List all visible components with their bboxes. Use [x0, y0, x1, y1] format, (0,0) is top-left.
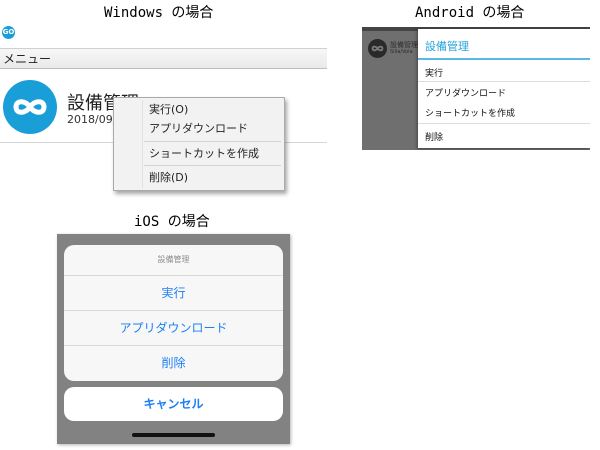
dialog-item-delete[interactable]: 削除 [425, 130, 443, 143]
windows-heading: Windows の場合 [104, 5, 214, 21]
menu-bar: メニュー [0, 48, 327, 69]
context-item-delete[interactable]: 削除(D) [149, 169, 188, 187]
ios-action-sheet: 設備管理 実行 アプリダウンロード 削除 [64, 245, 283, 381]
menu-separator [144, 165, 281, 166]
action-download[interactable]: アプリダウンロード [64, 310, 283, 346]
action-delete[interactable]: 削除 [64, 345, 283, 381]
app-date: 2018/09/ [67, 113, 117, 126]
infinity-logo-icon[interactable] [3, 80, 57, 134]
dialog-item-download[interactable]: アプリダウンロード [425, 86, 506, 99]
ios-screen: 設備管理 実行 アプリダウンロード 削除 キャンセル [57, 234, 290, 444]
android-context-dialog: 設備管理 実行 アプリダウンロード ショートカットを作成 削除 [418, 29, 590, 148]
context-item-shortcut[interactable]: ショートカットを作成 [149, 145, 259, 163]
app-logo-icon: GO [2, 26, 15, 39]
background-app-subtitle: Silla/Vola [390, 49, 413, 55]
menu-gutter [142, 100, 143, 188]
menu-item-menu[interactable]: メニュー [3, 52, 51, 66]
dialog-title: 設備管理 [425, 40, 469, 53]
android-screen: 設備管理 Silla/Vola 設備管理 実行 アプリダウンロード ショートカッ… [362, 27, 590, 150]
dialog-item-run[interactable]: 実行 [425, 66, 443, 79]
cancel-button[interactable]: キャンセル [64, 387, 283, 421]
item-divider [418, 81, 590, 82]
windows-context-menu: 実行(O) アプリダウンロード ショートカットを作成 削除(D) [113, 97, 285, 191]
infinity-logo-icon [368, 39, 387, 58]
menu-separator [144, 141, 281, 142]
context-item-download[interactable]: アプリダウンロード [149, 120, 248, 138]
action-sheet-title: 設備管理 [157, 255, 190, 264]
action-run[interactable]: 実行 [64, 275, 283, 311]
android-heading: Android の場合 [415, 5, 525, 21]
title-divider [418, 58, 590, 60]
ios-heading: iOS の場合 [134, 214, 210, 230]
item-divider [418, 123, 590, 124]
context-item-run[interactable]: 実行(O) [149, 101, 188, 119]
home-indicator[interactable] [132, 433, 215, 437]
dialog-item-shortcut[interactable]: ショートカットを作成 [425, 106, 515, 119]
